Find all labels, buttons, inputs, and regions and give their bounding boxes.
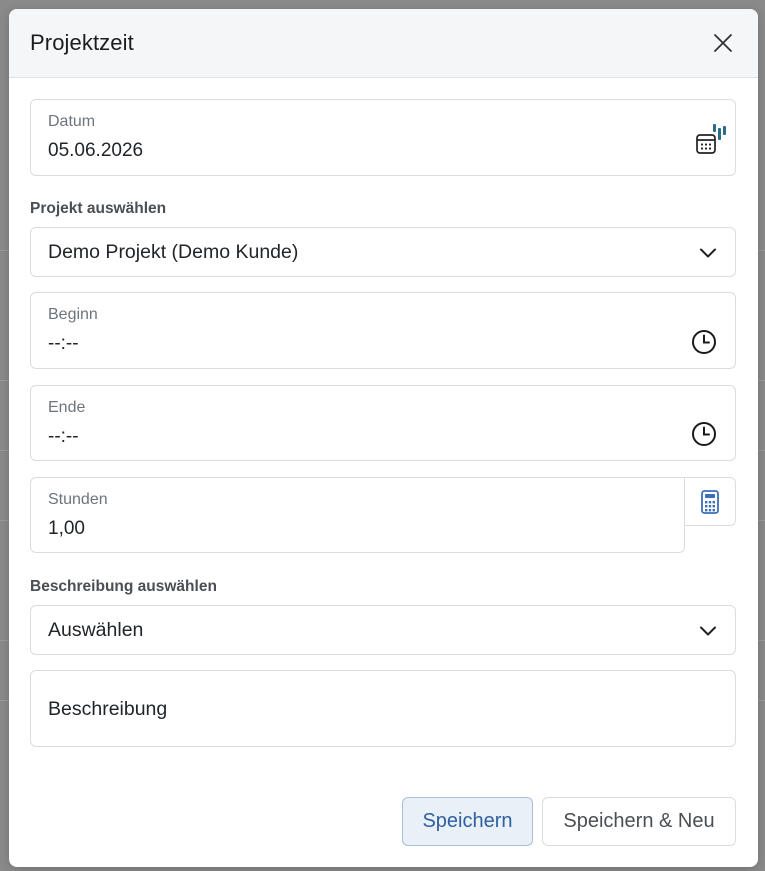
hours-value[interactable]: 1,00 <box>48 518 85 540</box>
description-select-label: Beschreibung auswählen <box>30 578 217 595</box>
start-time-value[interactable]: --:-- <box>48 333 79 355</box>
start-time-label: Beginn <box>48 306 98 323</box>
chevron-down-icon <box>700 626 716 636</box>
date-value[interactable]: 05.06.2026 <box>48 140 143 162</box>
save-and-new-button[interactable]: Speichern & Neu <box>542 797 736 846</box>
calendar-button[interactable] <box>695 122 729 163</box>
description-select[interactable]: Auswählen <box>30 605 736 655</box>
calculator-icon <box>701 489 719 514</box>
date-field[interactable]: Datum 05.06.2026 <box>30 99 736 176</box>
clock-icon[interactable] <box>691 421 717 447</box>
close-icon <box>714 34 732 52</box>
project-time-modal: Projektzeit Datum 05.06.2026 Projekt aus… <box>9 9 758 867</box>
chevron-down-icon <box>700 248 716 258</box>
calendar-icon <box>696 124 726 154</box>
hours-label: Stunden <box>48 491 108 508</box>
hours-field[interactable]: Stunden 1,00 <box>30 477 685 553</box>
clock-icon[interactable] <box>691 329 717 355</box>
close-button[interactable] <box>708 28 738 58</box>
start-time-field[interactable]: Beginn --:-- <box>30 292 736 369</box>
project-select-value: Demo Projekt (Demo Kunde) <box>48 241 299 263</box>
modal-header: Projektzeit <box>9 9 758 78</box>
calculator-button[interactable] <box>685 477 736 526</box>
end-time-field[interactable]: Ende --:-- <box>30 385 736 461</box>
description-placeholder: Beschreibung <box>48 698 168 720</box>
project-select[interactable]: Demo Projekt (Demo Kunde) <box>30 227 736 277</box>
description-select-value: Auswählen <box>48 619 144 641</box>
date-label: Datum <box>48 113 96 130</box>
modal-title: Projektzeit <box>30 30 134 55</box>
project-select-label: Projekt auswählen <box>30 200 167 217</box>
end-time-value[interactable]: --:-- <box>48 426 79 448</box>
save-button[interactable]: Speichern <box>402 797 533 846</box>
end-time-label: Ende <box>48 399 86 416</box>
description-textarea[interactable]: Beschreibung <box>30 670 736 747</box>
